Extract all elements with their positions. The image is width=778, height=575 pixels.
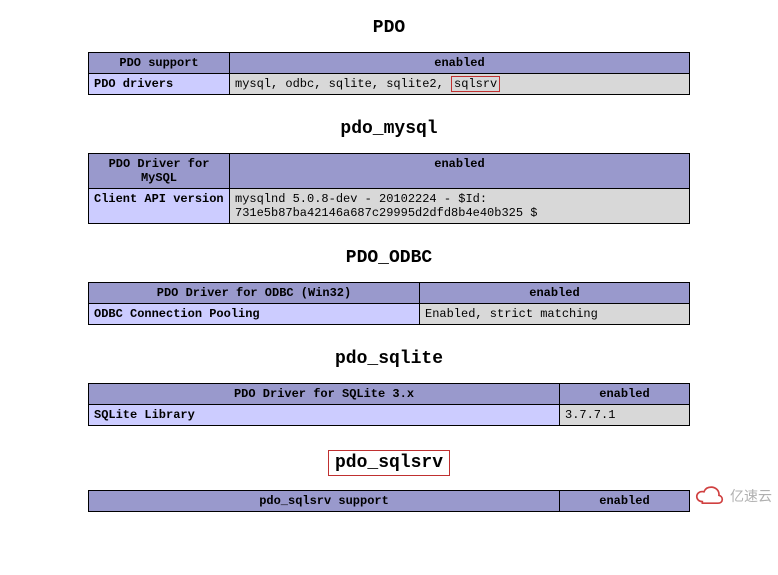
header-pdo-mysql-enabled: enabled [230,154,690,189]
section-title-pdo-odbc: PDO_ODBC [0,248,778,268]
label-client-api-version: Client API version [89,189,230,224]
table-pdo: PDO support enabled PDO drivers mysql, o… [88,52,690,95]
header-pdo-odbc-driver: PDO Driver for ODBC (Win32) [89,283,420,304]
value-client-api-version: mysqlnd 5.0.8-dev - 20102224 - $Id: 731e… [230,189,690,224]
table-pdo-sqlite: PDO Driver for SQLite 3.x enabled SQLite… [88,383,690,426]
section-title-pdo-sqlsrv: pdo_sqlsrv [0,450,778,476]
label-odbc-pooling: ODBC Connection Pooling [89,304,420,325]
header-pdo-odbc-enabled: enabled [420,283,690,304]
header-pdo-sqlsrv-enabled: enabled [560,491,690,512]
pdo-drivers-list: mysql, odbc, sqlite, sqlite2, [235,77,451,91]
cloud-icon [692,486,726,506]
table-pdo-mysql: PDO Driver for MySQL enabled Client API … [88,153,690,224]
watermark-text: 亿速云 [730,486,772,506]
value-odbc-pooling: Enabled, strict matching [420,304,690,325]
value-pdo-drivers: mysql, odbc, sqlite, sqlite2, sqlsrv [230,74,690,95]
table-pdo-odbc: PDO Driver for ODBC (Win32) enabled ODBC… [88,282,690,325]
header-pdo-sqlite-driver: PDO Driver for SQLite 3.x [89,384,560,405]
value-sqlite-library: 3.7.7.1 [560,405,690,426]
pdo-sqlsrv-title-box: pdo_sqlsrv [328,450,450,476]
label-pdo-drivers: PDO drivers [89,74,230,95]
header-pdo-mysql-driver: PDO Driver for MySQL [89,154,230,189]
label-sqlite-library: SQLite Library [89,405,560,426]
pdo-driver-sqlsrv-box: sqlsrv [451,76,500,92]
section-title-pdo-mysql: pdo_mysql [0,119,778,139]
table-pdo-sqlsrv: pdo_sqlsrv support enabled [88,490,690,512]
header-pdo-support: PDO support [89,53,230,74]
section-title-pdo: PDO [0,18,778,38]
header-pdo-sqlite-enabled: enabled [560,384,690,405]
watermark: 亿速云 [692,486,772,506]
header-pdo-enabled: enabled [230,53,690,74]
section-title-pdo-sqlite: pdo_sqlite [0,349,778,369]
header-pdo-sqlsrv-support: pdo_sqlsrv support [89,491,560,512]
